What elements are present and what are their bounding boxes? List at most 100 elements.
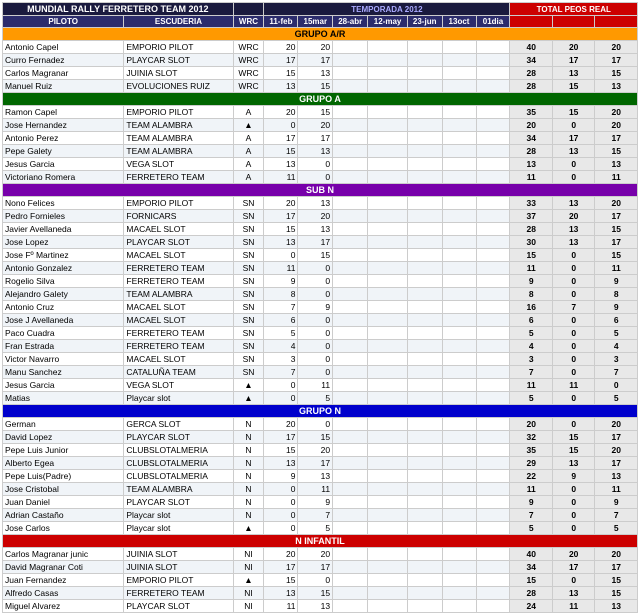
d3-cell xyxy=(333,418,368,431)
d5-cell xyxy=(407,262,442,275)
d3-cell xyxy=(333,236,368,249)
d5-cell xyxy=(407,197,442,210)
wrc-cell: N xyxy=(233,431,264,444)
d3-cell xyxy=(333,119,368,132)
d7-cell xyxy=(476,366,510,379)
d5-cell xyxy=(407,353,442,366)
d3-cell xyxy=(333,600,368,613)
table-row: Alberto EgeaCLUBSLOTALMERIAN1317291317 xyxy=(3,457,638,470)
piloto-cell: Jose Fº Martinez xyxy=(3,249,124,262)
d4-cell xyxy=(368,145,408,158)
t2-cell: 0 xyxy=(552,509,594,522)
piloto-cell: Fran Estrada xyxy=(3,340,124,353)
d3-cell xyxy=(333,470,368,483)
total3-header xyxy=(595,16,638,28)
d6-cell xyxy=(442,223,476,236)
wrc-cell: SN xyxy=(233,236,264,249)
d4-cell xyxy=(368,275,408,288)
wrc-cell: ▲ xyxy=(233,574,264,587)
page-wrapper: MUNDIAL RALLY FERRETERO TEAM 2012 TEMPOR… xyxy=(0,0,640,615)
t2-cell: 13 xyxy=(552,587,594,600)
piloto-cell: Adrian Castaño xyxy=(3,509,124,522)
d2-cell: 20 xyxy=(298,119,333,132)
escuderia-cell: Playcar slot xyxy=(124,509,233,522)
t3-cell: 15 xyxy=(595,249,638,262)
escuderia-cell: CLUBSLOTALMERIA xyxy=(124,470,233,483)
d3-cell xyxy=(333,197,368,210)
d5-cell xyxy=(407,210,442,223)
wrc-cell: A xyxy=(233,171,264,184)
d1-cell: 11 xyxy=(264,262,298,275)
t3-cell: 13 xyxy=(595,600,638,613)
d6-cell xyxy=(442,457,476,470)
d2-cell: 0 xyxy=(298,262,333,275)
d3-cell xyxy=(333,275,368,288)
d7-cell xyxy=(476,80,510,93)
t3-cell: 7 xyxy=(595,366,638,379)
d7-cell xyxy=(476,67,510,80)
d2-cell: 0 xyxy=(298,171,333,184)
d4-cell xyxy=(368,314,408,327)
t2-cell: 0 xyxy=(552,522,594,535)
t3-cell: 20 xyxy=(595,106,638,119)
t2-cell: 0 xyxy=(552,275,594,288)
piloto-cell: Jesus Garcia xyxy=(3,379,124,392)
d7-cell xyxy=(476,54,510,67)
d7-cell xyxy=(476,275,510,288)
d4-cell xyxy=(368,288,408,301)
d6-cell xyxy=(442,119,476,132)
d1-cell: 7 xyxy=(264,366,298,379)
d3-cell xyxy=(333,457,368,470)
d7-cell xyxy=(476,509,510,522)
d5-cell xyxy=(407,561,442,574)
escuderia-cell: PLAYCAR SLOT xyxy=(124,431,233,444)
d3-cell xyxy=(333,522,368,535)
t1-cell: 11 xyxy=(510,379,552,392)
d5-cell xyxy=(407,275,442,288)
escuderia-cell: EMPORIO PILOT xyxy=(124,106,233,119)
table-row: Manu SanchezCATALUÑA TEAMSN70707 xyxy=(3,366,638,379)
d3-cell xyxy=(333,431,368,444)
d4-cell xyxy=(368,431,408,444)
piloto-cell: Carlos Magranar xyxy=(3,67,124,80)
t2-cell: 0 xyxy=(552,119,594,132)
d5-cell xyxy=(407,340,442,353)
d1-cell: 13 xyxy=(264,236,298,249)
piloto-cell: Pepe Luis(Padre) xyxy=(3,470,124,483)
group-header-grupo-a/r: GRUPO A/R xyxy=(3,28,638,41)
d5-cell xyxy=(407,171,442,184)
d4-cell xyxy=(368,132,408,145)
t3-cell: 15 xyxy=(595,574,638,587)
d6-cell xyxy=(442,561,476,574)
d7-cell xyxy=(476,496,510,509)
d1-cell: 8 xyxy=(264,288,298,301)
d3-cell xyxy=(333,444,368,457)
d1-cell: 15 xyxy=(264,223,298,236)
d2-cell: 20 xyxy=(298,41,333,54)
escuderia-cell: FERRETERO TEAM xyxy=(124,340,233,353)
t3-cell: 6 xyxy=(595,314,638,327)
t3-cell: 17 xyxy=(595,54,638,67)
d4-cell xyxy=(368,600,408,613)
d5-cell xyxy=(407,366,442,379)
t2-cell: 17 xyxy=(552,54,594,67)
t2-cell: 20 xyxy=(552,41,594,54)
d2-cell: 15 xyxy=(298,106,333,119)
d4-cell xyxy=(368,444,408,457)
d7-cell xyxy=(476,119,510,132)
piloto-cell: German xyxy=(3,418,124,431)
d7-cell xyxy=(476,288,510,301)
d4-cell xyxy=(368,496,408,509)
d1-cell: 20 xyxy=(264,548,298,561)
wrc-col-header: WRC xyxy=(233,16,264,28)
d7-cell xyxy=(476,223,510,236)
d3-cell xyxy=(333,171,368,184)
d2-cell: 13 xyxy=(298,223,333,236)
d1-cell: 5 xyxy=(264,327,298,340)
d4-cell xyxy=(368,483,408,496)
escuderia-cell: FERRETERO TEAM xyxy=(124,587,233,600)
d1-cell: 11 xyxy=(264,171,298,184)
d4-cell xyxy=(368,340,408,353)
d5-cell xyxy=(407,54,442,67)
wrc-cell: N xyxy=(233,470,264,483)
